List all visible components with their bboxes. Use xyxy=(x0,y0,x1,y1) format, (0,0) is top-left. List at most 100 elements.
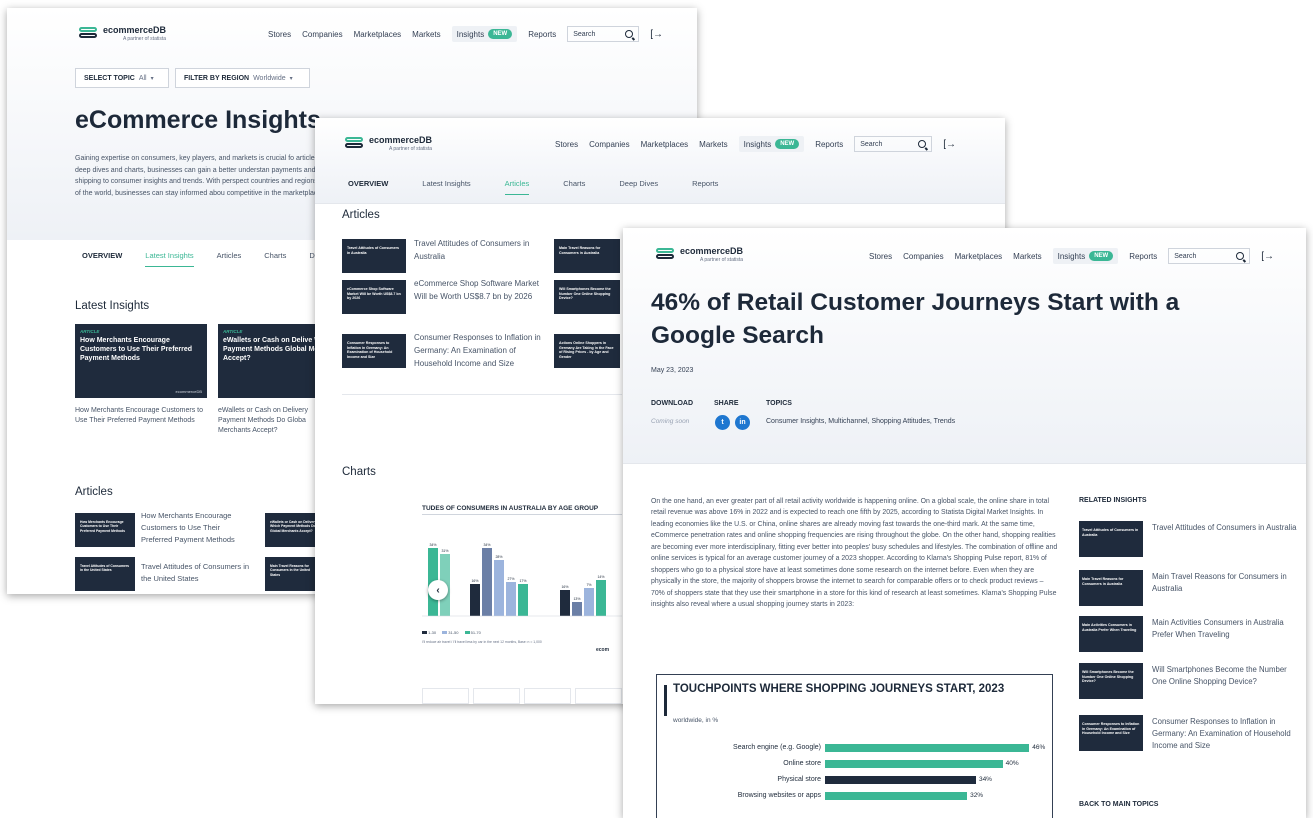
related-link[interactable]: Travel Attitudes of Consumers in Austral… xyxy=(1152,522,1296,534)
nav-markets[interactable]: Markets xyxy=(412,30,440,39)
select-topic-dropdown[interactable]: SELECT TOPIC All ▾ xyxy=(75,68,169,88)
tab-reports[interactable]: Reports xyxy=(692,179,718,195)
brand-logo[interactable]: ecommerceDB A partner of statista xyxy=(345,136,432,152)
linkedin-icon[interactable]: in xyxy=(735,415,750,430)
tab-latest-insights[interactable]: Latest Insights xyxy=(422,179,470,195)
chart-thumb[interactable] xyxy=(422,688,469,704)
logout-icon[interactable]: [→ xyxy=(943,139,956,150)
related-item[interactable]: Main Activities Consumers in Australia P… xyxy=(1079,616,1301,656)
search-icon[interactable] xyxy=(1236,252,1245,260)
nav-insights[interactable]: Insights NEW xyxy=(1052,248,1119,264)
filter-region-dropdown[interactable]: FILTER BY REGION Worldwide ▾ xyxy=(175,68,310,88)
article-thumb[interactable]: Main Travel Reasons for Consumers in Aus… xyxy=(554,239,620,273)
article-thumb[interactable]: How Merchants Encourage Customers to Use… xyxy=(75,513,135,547)
article-thumb[interactable]: Travel Attitudes of Consumers in the Uni… xyxy=(75,557,135,591)
nav-stores[interactable]: Stores xyxy=(555,140,578,149)
logout-icon[interactable]: [→ xyxy=(650,29,663,40)
related-item[interactable]: Travel Attitudes of Consumers in Austral… xyxy=(1079,521,1301,561)
twitter-icon[interactable]: t xyxy=(715,415,730,430)
article-thumb[interactable]: Travel Attitudes of Consumers in Austral… xyxy=(342,239,406,273)
nav-companies[interactable]: Companies xyxy=(903,252,943,261)
nav-stores[interactable]: Stores xyxy=(268,30,291,39)
nav-companies[interactable]: Companies xyxy=(589,140,629,149)
nav-companies[interactable]: Companies xyxy=(302,30,342,39)
related-item[interactable]: Consumer Responses to Inflation in Germa… xyxy=(1079,715,1301,755)
related-thumb[interactable]: Main Activities Consumers in Australia P… xyxy=(1079,616,1143,652)
search-input[interactable]: Search xyxy=(854,136,933,152)
nav-reports[interactable]: Reports xyxy=(815,140,843,149)
tab-deep-dives[interactable]: D xyxy=(309,251,314,267)
card-tag: ARTICLE xyxy=(80,329,100,334)
related-thumb[interactable]: Consumer Responses to Inflation in Germa… xyxy=(1079,715,1143,751)
related-thumb[interactable]: Main Travel Reasons for Consumers in Aus… xyxy=(1079,570,1143,606)
data-label: 34% xyxy=(978,776,992,783)
related-link[interactable]: Main Activities Consumers in Australia P… xyxy=(1152,617,1301,641)
article-thumb[interactable]: Will Smartphones Become the Number One O… xyxy=(554,280,620,314)
tab-articles[interactable]: Articles xyxy=(504,179,530,195)
brand-logo[interactable]: ecommerceDB A partner of statista xyxy=(656,247,743,263)
bar xyxy=(494,560,504,616)
related-item[interactable]: Will Smartphones Become the Number One O… xyxy=(1079,663,1301,703)
share-label: SHARE xyxy=(714,400,739,407)
age-group-chart: 34% 31% 16% 34% 28% 27% 17% 16% 13% 7% 14% xyxy=(422,543,622,617)
search-icon[interactable] xyxy=(625,30,634,38)
search-input[interactable]: Search xyxy=(1168,248,1251,264)
article-thumb[interactable]: Actions Online Shoppers in Germany Are T… xyxy=(554,334,620,368)
nav-reports[interactable]: Reports xyxy=(528,30,556,39)
article-link[interactable]: Travel Attitudes of Consumers in Austral… xyxy=(414,238,544,264)
chart-thumb[interactable] xyxy=(473,688,520,704)
tab-overview[interactable]: OVERVIEW xyxy=(348,179,388,195)
bar xyxy=(825,744,1030,752)
article-link[interactable]: Consumer Responses to Inflation in Germa… xyxy=(414,332,544,370)
nav-insights[interactable]: Insights NEW xyxy=(451,26,518,42)
chevron-down-icon: ▾ xyxy=(150,75,154,82)
nav-stores[interactable]: Stores xyxy=(869,252,892,261)
charts-heading: Charts xyxy=(342,466,376,478)
nav-markets[interactable]: Markets xyxy=(1013,252,1041,261)
section-tabs: OVERVIEW Latest Insights Articles Charts… xyxy=(82,251,315,267)
logout-icon[interactable]: [→ xyxy=(1261,251,1274,262)
article-thumb[interactable]: eCommerce Shop Software Market Will be W… xyxy=(342,280,406,314)
nav-marketplaces[interactable]: Marketplaces xyxy=(955,252,1003,261)
related-thumb[interactable]: Travel Attitudes of Consumers in Austral… xyxy=(1079,521,1143,557)
article-link[interactable]: Travel Attitudes of Consumers in the Uni… xyxy=(141,561,261,585)
chart-thumb[interactable] xyxy=(575,688,622,704)
tab-latest-insights[interactable]: Latest Insights xyxy=(145,251,194,267)
search-icon[interactable] xyxy=(918,140,927,148)
latest-insights-heading: Latest Insights xyxy=(75,300,150,312)
nav-markets[interactable]: Markets xyxy=(699,140,727,149)
topics-list[interactable]: Consumer Insights, Multichannel, Shoppin… xyxy=(766,418,955,425)
related-link[interactable]: Consumer Responses to Inflation in Germa… xyxy=(1152,716,1301,752)
insight-card[interactable]: ARTICLE How Merchants Encourage Customer… xyxy=(75,324,207,398)
related-link[interactable]: Will Smartphones Become the Number One O… xyxy=(1152,664,1301,688)
article-link[interactable]: eCommerce Shop Software Market Will be W… xyxy=(414,278,544,304)
card-caption[interactable]: eWallets or Cash on Delivery Payment Met… xyxy=(218,406,318,436)
chart-source: ecom xyxy=(596,647,610,653)
tab-charts[interactable]: Charts xyxy=(563,179,585,195)
nav-reports[interactable]: Reports xyxy=(1129,252,1157,261)
related-link[interactable]: Main Travel Reasons for Consumers in Aus… xyxy=(1152,571,1301,595)
tab-overview[interactable]: OVERVIEW xyxy=(82,251,122,267)
nav-marketplaces[interactable]: Marketplaces xyxy=(354,30,402,39)
chart-thumb[interactable] xyxy=(524,688,571,704)
category-label: Browsing websites or apps xyxy=(737,792,821,799)
top-nav: ecommerceDB A partner of statista Stores… xyxy=(623,228,1306,278)
related-item[interactable]: Main Travel Reasons for Consumers in Aus… xyxy=(1079,570,1301,610)
card-caption[interactable]: How Merchants Encourage Customers to Use… xyxy=(75,406,207,426)
article-body: On the one hand, an ever greater part of… xyxy=(651,498,1058,609)
search-input[interactable]: Search xyxy=(567,26,640,42)
bar xyxy=(506,582,516,616)
back-to-topics-heading[interactable]: BACK TO MAIN TOPICS xyxy=(1079,801,1158,808)
brand-logo[interactable]: ecommerceDB A partner of statista xyxy=(79,26,166,42)
tab-charts[interactable]: Charts xyxy=(264,251,286,267)
related-thumb[interactable]: Will Smartphones Become the Number One O… xyxy=(1079,663,1143,699)
nav-insights[interactable]: Insights NEW xyxy=(738,136,805,152)
bar xyxy=(825,776,976,784)
nav-marketplaces[interactable]: Marketplaces xyxy=(641,140,689,149)
chevron-left-icon[interactable]: ‹ xyxy=(428,580,448,600)
article-link[interactable]: How Merchants Encourage Customers to Use… xyxy=(141,510,251,546)
tab-articles[interactable]: Articles xyxy=(217,251,242,267)
tab-deep-dives[interactable]: Deep Dives xyxy=(619,179,658,195)
article-thumb[interactable]: Consumer Responses to Inflation in Germa… xyxy=(342,334,406,368)
brand-name: ecommerceDB xyxy=(369,135,433,145)
